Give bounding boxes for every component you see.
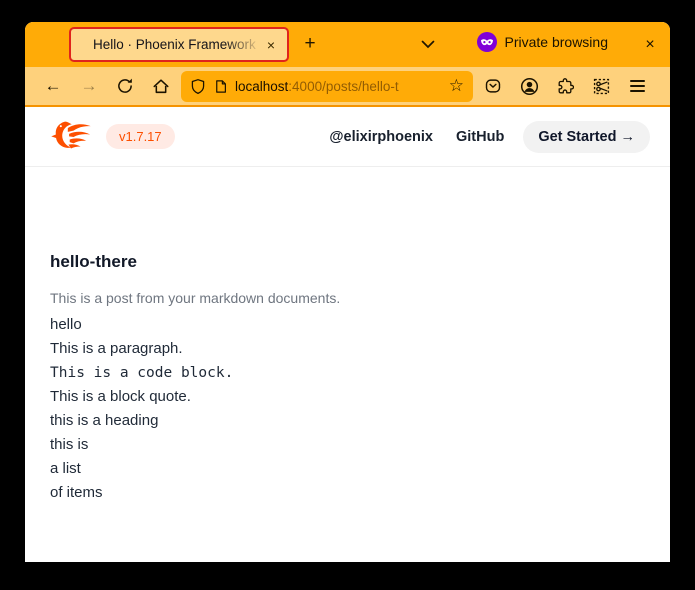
site-information-page-icon[interactable]	[213, 78, 228, 95]
version-badge: v1.7.17	[106, 124, 175, 149]
private-browsing-label: Private browsing	[505, 34, 609, 50]
navigation-toolbar: ← → localhost:4000/posts/hello-t ☆	[25, 67, 670, 107]
get-started-button[interactable]: Get Started →	[523, 121, 650, 153]
url-path: :4000/posts/hello-t	[288, 79, 398, 94]
forward-button[interactable]: →	[71, 70, 107, 102]
post-line: this is	[50, 433, 645, 457]
tab-strip: Hello · Phoenix Framework × + Private br…	[25, 22, 670, 67]
post-line-code: This is a code block.	[50, 361, 645, 385]
private-browsing-indicator: Private browsing	[477, 32, 609, 52]
account-icon[interactable]	[511, 70, 547, 102]
header-link-elixirphoenix[interactable]: @elixirphoenix	[329, 129, 433, 145]
browser-tab[interactable]: Hello · Phoenix Framework ×	[69, 27, 289, 62]
tracking-protection-shield-icon[interactable]	[190, 78, 206, 95]
post-line: a list	[50, 457, 645, 481]
url-text[interactable]: localhost:4000/posts/hello-t	[235, 79, 442, 94]
window-close-icon[interactable]: ×	[636, 31, 664, 59]
post-line: This is a block quote.	[50, 385, 645, 409]
screenshot-scissors-icon[interactable]	[583, 70, 619, 102]
browser-window: Hello · Phoenix Framework × + Private br…	[25, 22, 670, 562]
phoenix-logo-icon	[50, 120, 92, 154]
reload-button[interactable]	[107, 70, 143, 102]
list-tabs-chevron-down-icon[interactable]	[413, 29, 443, 59]
url-bar[interactable]: localhost:4000/posts/hello-t ☆	[181, 71, 473, 102]
url-host: localhost	[235, 79, 288, 94]
tab-close-icon[interactable]: ×	[263, 36, 279, 54]
post-line: this is a heading	[50, 409, 645, 433]
header-link-github[interactable]: GitHub	[456, 129, 504, 145]
private-mask-icon	[477, 32, 497, 52]
pocket-icon[interactable]	[475, 70, 511, 102]
post-line: This is a paragraph.	[50, 337, 645, 361]
post-body: hello This is a paragraph. This is a cod…	[50, 313, 645, 505]
home-button[interactable]	[143, 70, 179, 102]
post-title: hello-there	[50, 249, 645, 275]
site-header: v1.7.17 @elixirphoenix GitHub Get Starte…	[25, 107, 670, 167]
extensions-puzzle-icon[interactable]	[547, 70, 583, 102]
new-tab-button[interactable]: +	[295, 29, 325, 59]
back-button[interactable]: ←	[35, 70, 71, 102]
post-article: hello-there This is a post from your mar…	[25, 167, 670, 505]
post-line: hello	[50, 313, 645, 337]
post-line: of items	[50, 481, 645, 505]
bookmark-star-icon[interactable]: ☆	[449, 76, 464, 96]
tab-title: Hello · Phoenix Framework	[93, 37, 263, 52]
menu-hamburger-icon[interactable]	[619, 70, 655, 102]
post-subtitle: This is a post from your markdown docume…	[50, 288, 645, 308]
page-content: v1.7.17 @elixirphoenix GitHub Get Starte…	[25, 107, 670, 560]
